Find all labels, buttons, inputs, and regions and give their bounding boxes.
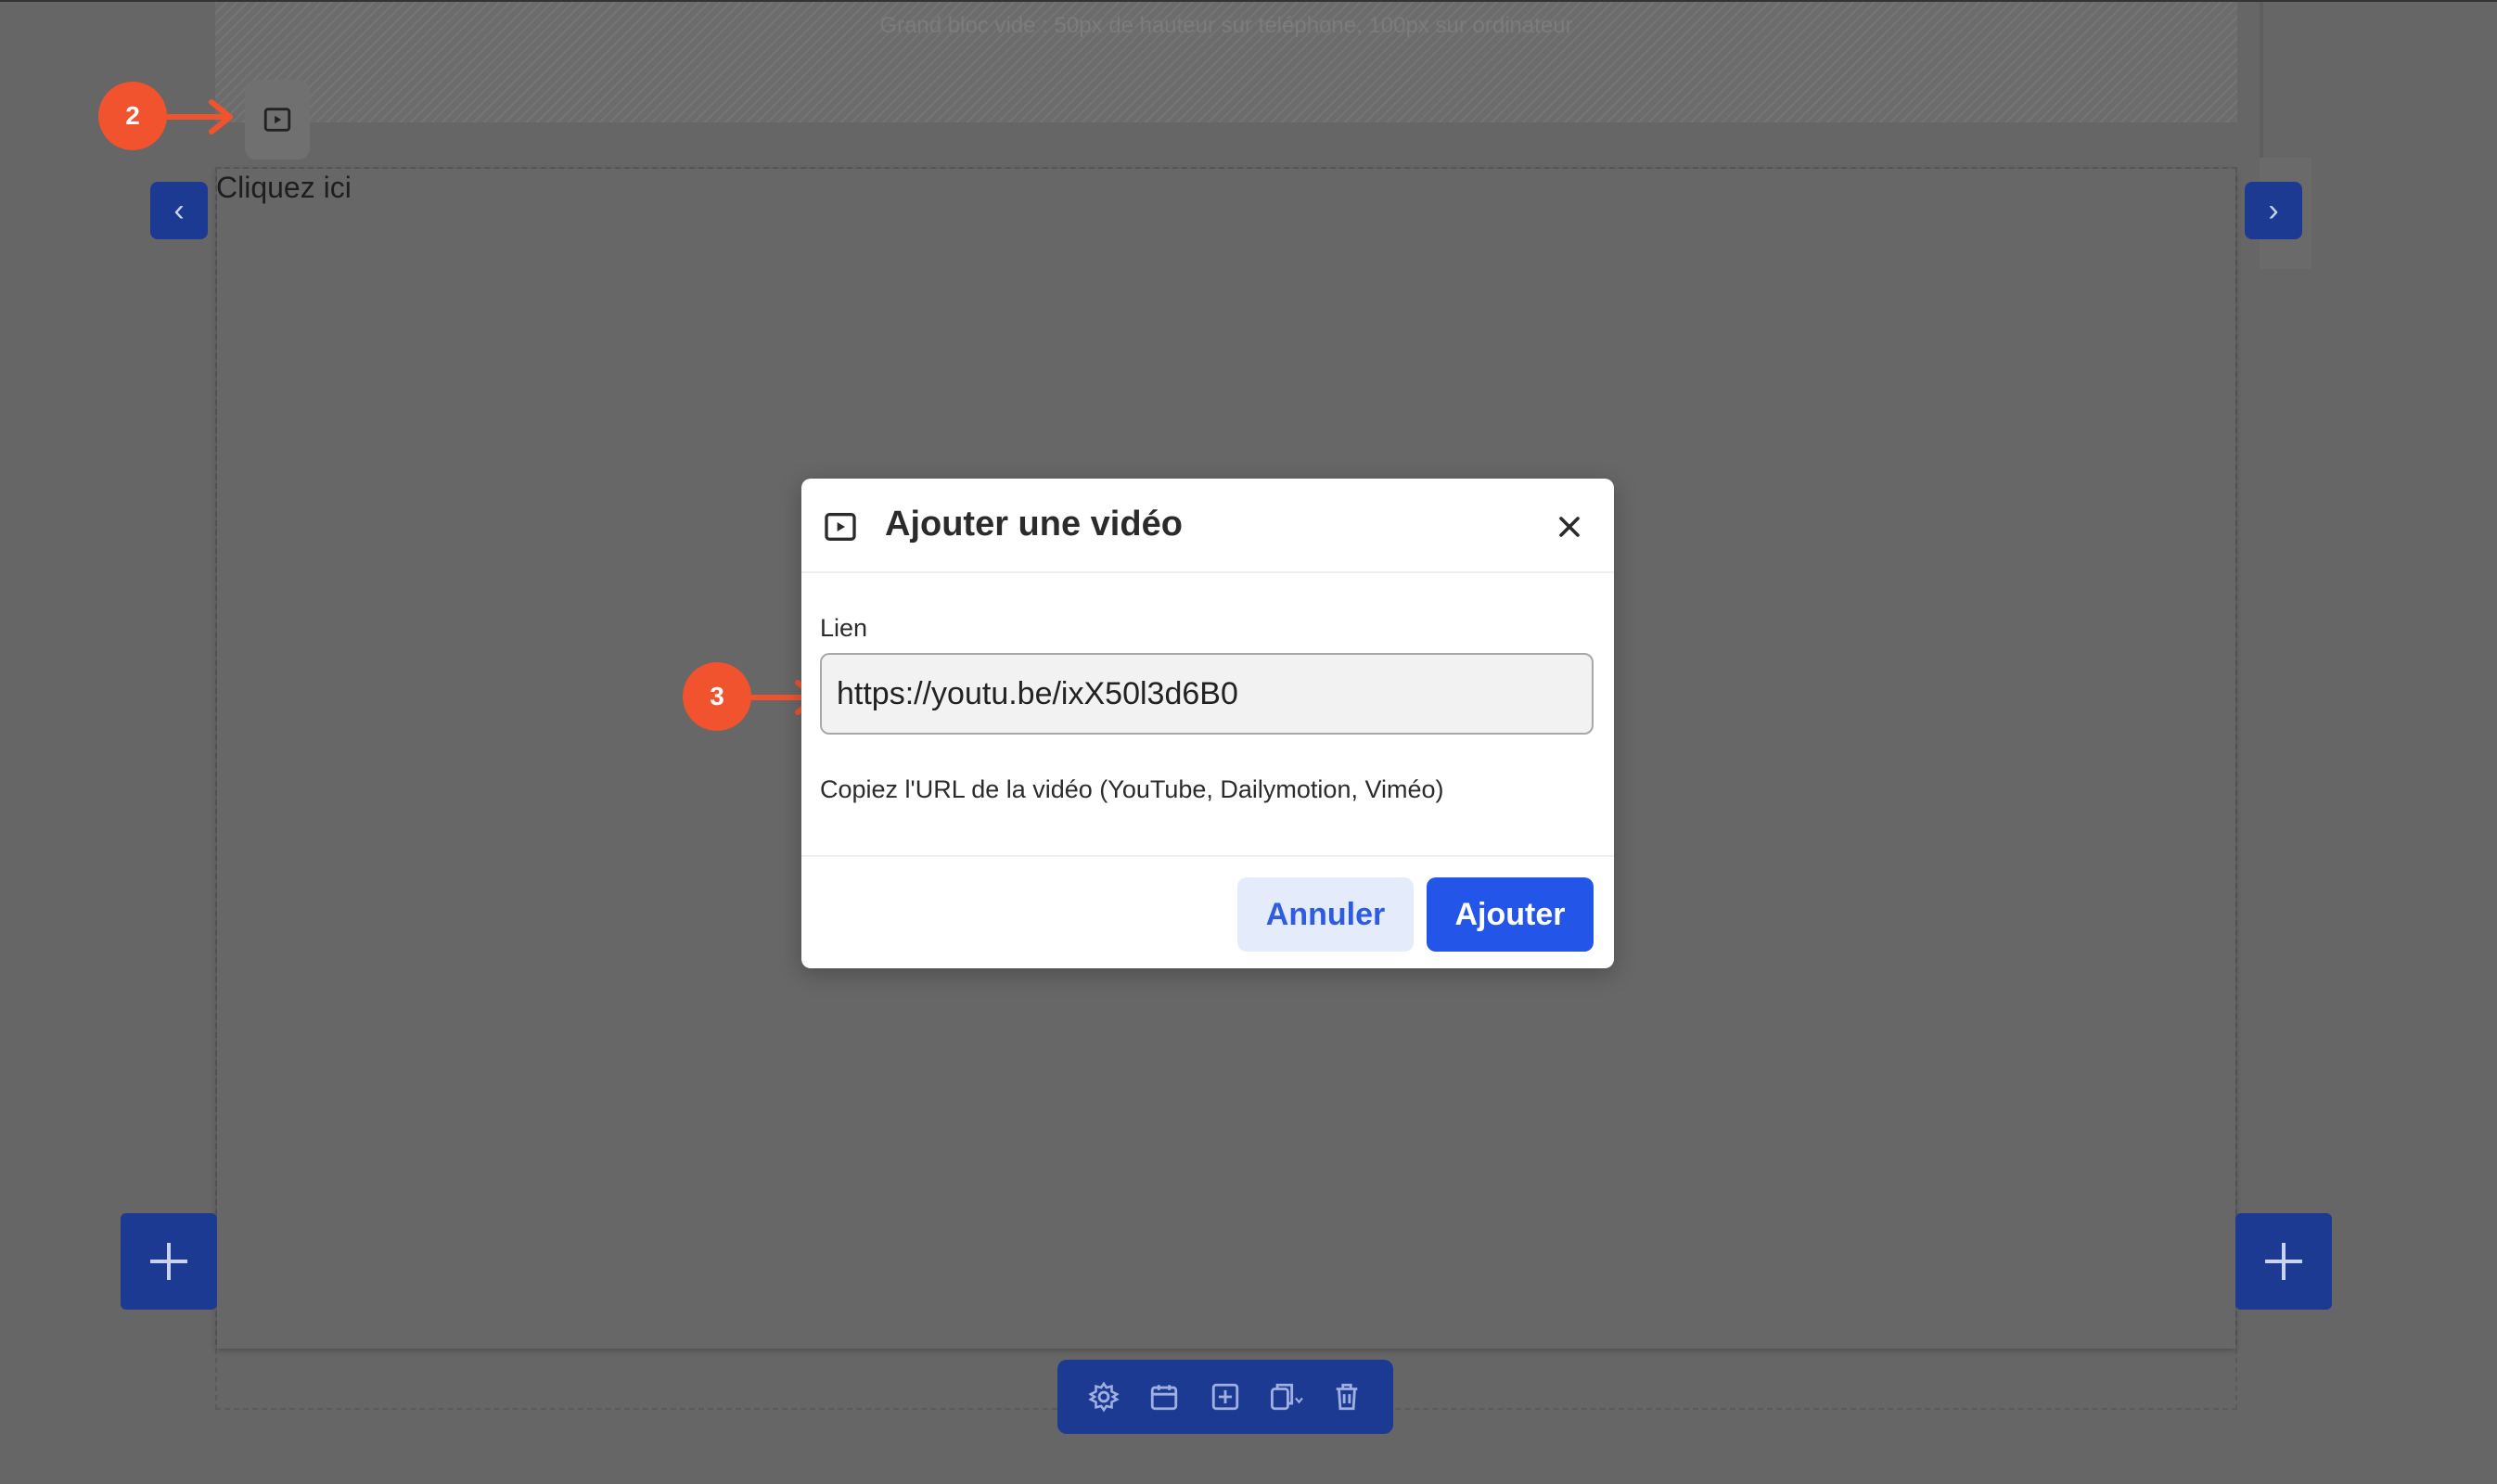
plus-icon bbox=[150, 1243, 187, 1280]
duplicate-button[interactable] bbox=[1262, 1373, 1311, 1421]
chevron-right-icon: › bbox=[2268, 192, 2279, 228]
close-icon[interactable] bbox=[1553, 510, 1586, 544]
gear-icon bbox=[1087, 1381, 1120, 1413]
chevron-left-icon: ‹ bbox=[173, 192, 185, 228]
spacer-block-label: Grand bloc vide : 50px de hauteur sur té… bbox=[879, 13, 1573, 38]
arrow-right-icon bbox=[163, 99, 233, 134]
add-block-left-button[interactable] bbox=[121, 1213, 217, 1310]
video-url-input[interactable] bbox=[820, 653, 1594, 735]
settings-button[interactable] bbox=[1080, 1373, 1128, 1421]
add-inside-button[interactable] bbox=[1201, 1373, 1249, 1421]
next-slide-button[interactable]: › bbox=[2245, 182, 2302, 239]
add-video-dialog: Ajouter une vidéo Lien Copiez l'URL de l… bbox=[801, 479, 1614, 968]
calendar-icon bbox=[1151, 1385, 1178, 1411]
schedule-button[interactable] bbox=[1140, 1373, 1188, 1421]
right-divider bbox=[2260, 2, 2263, 160]
trash-icon bbox=[1336, 1383, 1358, 1411]
add-block-right-button[interactable] bbox=[2235, 1213, 2332, 1310]
url-help-text: Copiez l'URL de la vidéo (YouTube, Daily… bbox=[820, 775, 1444, 803]
step-marker-2: 2 bbox=[98, 82, 167, 150]
cancel-button[interactable]: Annuler bbox=[1237, 877, 1414, 952]
insert-video-button[interactable] bbox=[245, 80, 310, 160]
plus-icon bbox=[2265, 1243, 2302, 1280]
video-placeholder-text[interactable]: Cliquez ici bbox=[216, 171, 352, 205]
video-play-icon bbox=[825, 513, 856, 541]
dialog-title: Ajouter une vidéo bbox=[885, 505, 1183, 544]
duplicate-icon bbox=[1270, 1383, 1303, 1411]
link-label: Lien bbox=[820, 614, 868, 642]
add-square-icon bbox=[1211, 1383, 1239, 1411]
block-toolbar bbox=[1057, 1360, 1393, 1434]
video-play-icon bbox=[263, 108, 291, 132]
dialog-header: Ajouter une vidéo bbox=[801, 479, 1614, 573]
add-button[interactable]: Ajouter bbox=[1427, 877, 1594, 952]
prev-slide-button[interactable]: ‹ bbox=[150, 182, 208, 239]
dialog-footer: Annuler Ajouter bbox=[801, 855, 1614, 968]
delete-button[interactable] bbox=[1323, 1373, 1371, 1421]
step-marker-3: 3 bbox=[683, 662, 751, 731]
